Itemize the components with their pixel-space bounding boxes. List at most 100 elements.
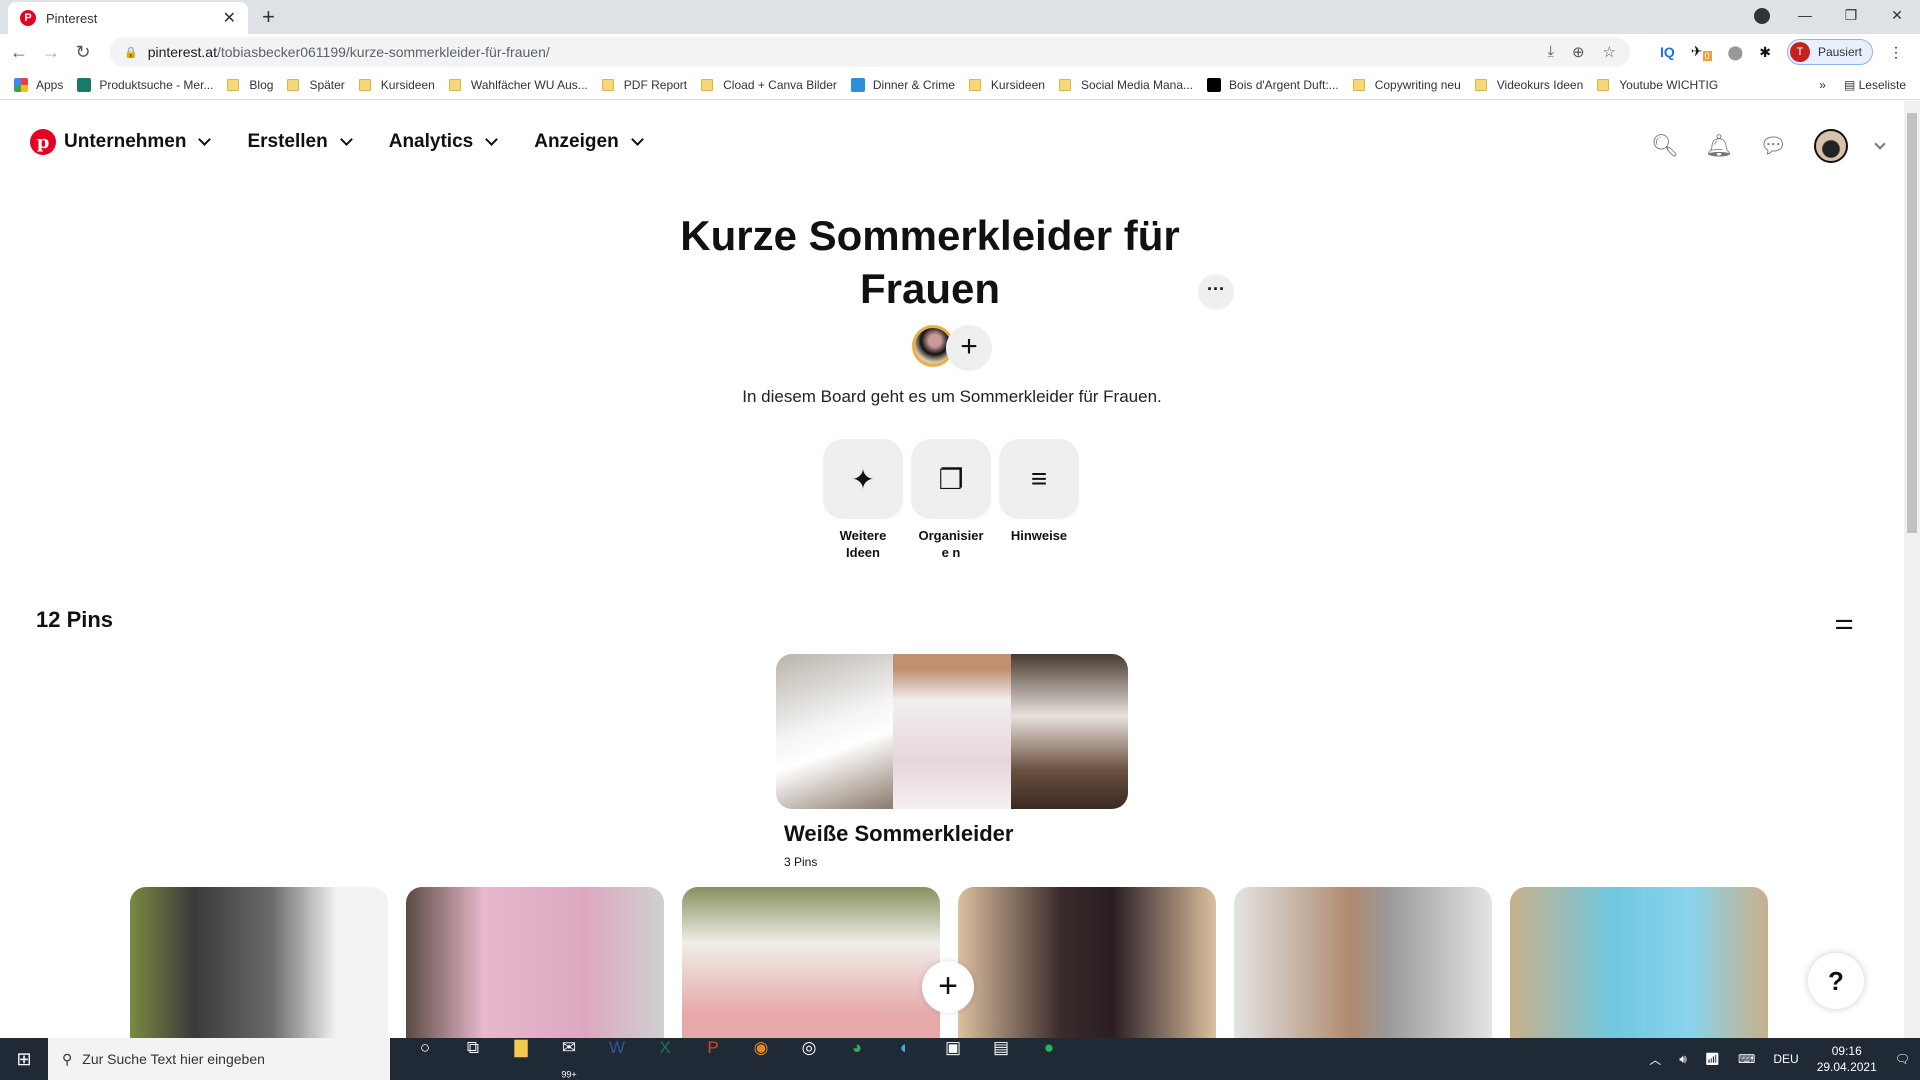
bookmark-apps[interactable]: Apps	[14, 77, 63, 92]
board-more-button[interactable]: ···	[1198, 273, 1234, 310]
restore-button[interactable]: ❐	[1828, 0, 1874, 30]
adblock-icon[interactable]: ⬤	[1728, 44, 1744, 61]
pin-card[interactable]	[130, 887, 388, 1038]
nav-erstellen[interactable]: Erstellen	[247, 131, 353, 153]
folder-icon	[1352, 78, 1365, 91]
app-icon[interactable]: ▤	[988, 1038, 1014, 1079]
install-icon[interactable]: ⤓	[1547, 43, 1554, 61]
bookmark-item[interactable]: Wahlfächer WU Aus...	[448, 78, 588, 92]
lock-icon: 🔒	[124, 46, 138, 59]
bookmark-item[interactable]: PDF Report	[601, 78, 687, 92]
help-button[interactable]: ?	[1808, 953, 1864, 1009]
section-image	[776, 654, 894, 809]
forward-button[interactable]: →	[38, 42, 64, 63]
add-pin-button[interactable]: +	[922, 961, 974, 1013]
bookmark-item[interactable]: Später	[287, 78, 345, 92]
network-icon[interactable]: 📶︎	[1705, 1052, 1720, 1066]
tray-overflow-icon[interactable]: ︿	[1649, 1051, 1661, 1068]
nav-analytics[interactable]: Analytics	[389, 131, 499, 153]
bookmark-item[interactable]: Youtube WICHTIG	[1597, 78, 1718, 92]
bookmark-item[interactable]: Cload + Canva Bilder	[701, 78, 837, 92]
windows-start-icon[interactable]: ⊞	[0, 1049, 48, 1070]
close-window-button[interactable]: ✕	[1874, 0, 1920, 30]
bookmarks-bar: Apps Produktsuche - Mer... Blog Später K…	[0, 70, 1920, 100]
edge-icon[interactable]: ◐	[892, 1038, 918, 1079]
iq-extension-icon[interactable]: IQ	[1660, 44, 1675, 60]
folder-icon	[1597, 78, 1610, 91]
pinterest-logo-icon[interactable]: p	[30, 129, 56, 155]
chevron-down-icon	[339, 133, 353, 146]
user-avatar[interactable]	[1814, 129, 1848, 163]
bookmark-item[interactable]: Bois d'Argent Duft:...	[1207, 77, 1339, 92]
extension-icon[interactable]: ✈ 0	[1691, 43, 1712, 62]
app-icon[interactable]: ▣	[940, 1038, 966, 1079]
task-view-icon[interactable]: ⧉	[460, 1038, 486, 1079]
bookmarks-overflow-button[interactable]: »	[1819, 78, 1826, 92]
organize-icon: ❐	[938, 463, 964, 495]
bookmark-item[interactable]: Copywriting neu	[1352, 78, 1461, 92]
scrollbar-thumb[interactable]	[1907, 113, 1917, 533]
reading-list-button[interactable]: ▤ Leseliste	[1844, 78, 1906, 92]
pin-card[interactable]	[682, 887, 940, 1038]
mail-icon[interactable]: ✉99+	[556, 1038, 582, 1079]
notes-button[interactable]: ≡ Hinweise	[999, 439, 1079, 561]
search-icon[interactable]: 🔍︎	[1651, 133, 1679, 159]
extensions-puzzle-icon[interactable]: ✱	[1759, 44, 1771, 61]
cortana-icon[interactable]: ○	[412, 1038, 438, 1079]
browser-tab[interactable]: P Pinterest ✕	[8, 2, 248, 34]
pinterest-page: p Unternehmen Erstellen Analytics Anzeig…	[0, 101, 1904, 1038]
excel-icon[interactable]: X	[652, 1038, 678, 1079]
board-section[interactable]: Weiße Sommerkleider 3 Pins	[776, 654, 1128, 869]
address-bar[interactable]: 🔒 pinterest.at/tobiasbecker061199/kurze-…	[110, 37, 1630, 67]
pin-card[interactable]	[1234, 887, 1492, 1038]
collaborators: +	[912, 325, 992, 371]
bookmark-item[interactable]: Dinner & Crime	[850, 77, 955, 92]
chrome-menu-icon[interactable]: ⋮	[1889, 44, 1903, 61]
messages-icon[interactable]: 💬︎	[1759, 133, 1787, 159]
bookmark-star-icon[interactable]: ☆	[1603, 43, 1616, 61]
board-title: Kurze Sommerkleider für Frauen ···	[0, 209, 1904, 315]
nav-unternehmen[interactable]: p Unternehmen	[30, 129, 212, 155]
clock[interactable]: 09:16 29.04.2021	[1817, 1043, 1877, 1075]
account-chevron-icon[interactable]	[1874, 138, 1886, 150]
bookmark-item[interactable]: Kursideen	[968, 78, 1045, 92]
bookmark-item[interactable]: Videokurs Ideen	[1474, 78, 1583, 92]
reload-button[interactable]: ↻	[70, 42, 96, 63]
word-icon[interactable]: W	[604, 1038, 630, 1079]
tab-search-icon[interactable]	[1754, 8, 1770, 24]
pin-count: 12 Pins	[36, 607, 114, 632]
new-tab-button[interactable]: +	[262, 4, 275, 30]
action-center-icon[interactable]: 🗨︎	[1895, 1052, 1910, 1066]
zoom-icon[interactable]: ⊕	[1572, 43, 1585, 61]
filter-sliders-icon[interactable]: ⚌	[1834, 609, 1854, 635]
profile-button[interactable]: T Pausiert	[1786, 39, 1873, 65]
chrome-icon[interactable]: ◕	[844, 1038, 870, 1079]
pin-card[interactable]	[1510, 887, 1768, 1038]
file-explorer-icon[interactable]: ▇	[508, 1038, 534, 1079]
obs-icon[interactable]: ◎	[796, 1038, 822, 1079]
folder-icon	[1474, 78, 1487, 91]
close-tab-icon[interactable]: ✕	[223, 8, 236, 28]
bookmark-item[interactable]: Blog	[227, 78, 273, 92]
page-scrollbar[interactable]	[1904, 101, 1920, 1038]
bookmark-item[interactable]: Kursideen	[358, 78, 435, 92]
nav-anzeigen[interactable]: Anzeigen	[534, 131, 644, 153]
language-indicator[interactable]: DEU	[1773, 1052, 1798, 1066]
bookmark-item[interactable]: Social Media Mana...	[1058, 78, 1193, 92]
pin-card[interactable]	[958, 887, 1216, 1038]
spotify-icon[interactable]: ●	[1036, 1038, 1062, 1079]
app-icon[interactable]: ◉	[748, 1038, 774, 1079]
more-ideas-button[interactable]: ✦ Weitere Ideen	[823, 439, 903, 561]
notifications-bell-icon[interactable]: 🔔︎	[1705, 133, 1733, 159]
powerpoint-icon[interactable]: P	[700, 1038, 726, 1079]
bookmark-item[interactable]: Produktsuche - Mer...	[77, 77, 213, 92]
taskbar-search[interactable]: ⚲ Zur Suche Text hier eingeben	[48, 1038, 390, 1080]
folder-icon	[601, 78, 614, 91]
keyboard-icon[interactable]: ⌨	[1738, 1052, 1755, 1066]
pin-card[interactable]	[406, 887, 664, 1038]
volume-icon[interactable]: 🔊︎	[1679, 1052, 1687, 1067]
minimize-button[interactable]: —	[1782, 0, 1828, 30]
organize-button[interactable]: ❐ Organisiere n	[911, 439, 991, 561]
back-button[interactable]: ←	[6, 42, 32, 63]
add-collaborator-button[interactable]: +	[946, 325, 992, 371]
